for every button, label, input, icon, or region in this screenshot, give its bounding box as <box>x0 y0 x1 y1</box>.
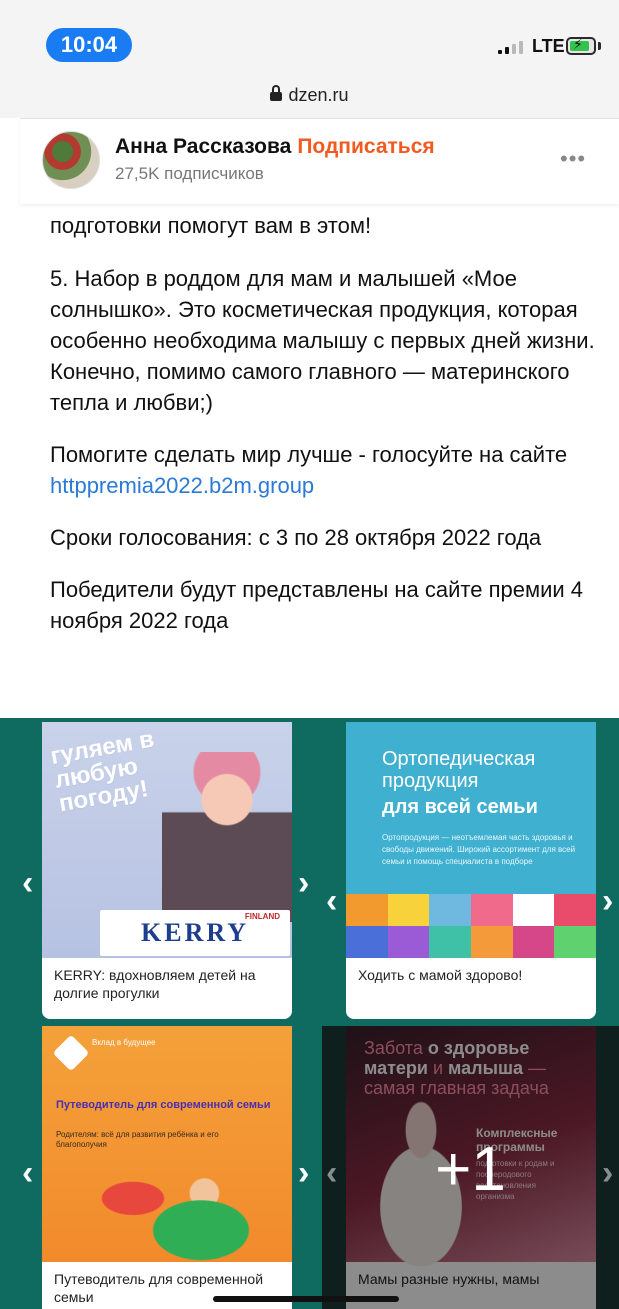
gallery-tile-more[interactable]: Забота о здоровье матери и малыша — сама… <box>322 1026 619 1309</box>
image-gallery: гуляем в любую погоду! KERRY FINLAND KER… <box>0 718 619 1309</box>
more-options-icon[interactable]: ••• <box>560 148 586 170</box>
prev-arrow-icon[interactable]: ‹ <box>326 1156 337 1190</box>
next-arrow-icon[interactable]: › <box>602 1156 613 1190</box>
signal-icon <box>498 40 523 54</box>
next-arrow-icon[interactable]: › <box>602 884 613 918</box>
parent-child-illustration <box>82 1156 252 1262</box>
kerry-brand: KERRY <box>141 918 249 947</box>
article-body: подготовки помогут вам в этом! 5. Набор … <box>50 210 595 657</box>
photo-collage <box>346 894 596 958</box>
subscriber-count: 27,5K подписчиков <box>115 164 264 183</box>
prev-arrow-icon[interactable]: ‹ <box>22 1156 33 1190</box>
status-bar: 10:04 LTE ⚡ <box>0 0 619 72</box>
post-header: Анна Рассказова Подписаться 27,5K подписч… <box>20 118 619 204</box>
heart-logo-icon <box>52 1034 90 1072</box>
article-paragraph: Сроки голосования: с 3 по 28 октября 202… <box>50 525 542 550</box>
home-indicator[interactable] <box>213 1296 399 1302</box>
ortho-title-bold: для всей семьи <box>382 796 538 818</box>
ortho-title: Ортопедическая продукция для всей семьи <box>382 748 582 818</box>
gallery-tile-guide[interactable]: Вклад в будущее Путеводитель для совреме… <box>18 1026 316 1309</box>
ad-card[interactable]: Ортопедическая продукция для всей семьи … <box>346 722 596 1019</box>
vote-paragraph: Помогите сделать мир лучше - голосуйте н… <box>50 439 595 501</box>
ad-card[interactable]: Вклад в будущее Путеводитель для совреме… <box>42 1026 292 1309</box>
battery-cap <box>598 42 601 50</box>
address-bar[interactable]: dzen.ru <box>0 72 619 118</box>
article-paragraph: Победители будут представлены на сайте п… <box>50 577 584 633</box>
author-line: Анна Рассказова Подписаться <box>115 135 435 159</box>
vote-prefix: Помогите сделать мир лучше - голосуйте н… <box>50 442 568 467</box>
prev-arrow-icon[interactable]: ‹ <box>22 866 33 900</box>
battery-charging-icon: ⚡ <box>566 36 596 55</box>
next-arrow-icon[interactable]: › <box>298 1156 309 1190</box>
card-caption: Ходить с мамой здорово! <box>358 967 523 983</box>
kerry-logo: KERRY FINLAND <box>100 910 290 956</box>
guide-title: Путеводитель для современной семьи <box>56 1099 271 1111</box>
vote-link[interactable]: httppremia2022.b2m.group <box>50 473 314 498</box>
ortho-subtitle: Ортопродукция — неотъемлемая часть здоро… <box>382 833 576 866</box>
gallery-tile-kerry[interactable]: гуляем в любую погоду! KERRY FINLAND KER… <box>18 722 316 1019</box>
next-arrow-icon[interactable]: › <box>298 866 309 900</box>
guide-brand: Вклад в будущее <box>92 1038 156 1047</box>
cmrt-logo: ЦМРТ <box>518 900 541 909</box>
ortho-image: Ортопедическая продукция для всей семьи … <box>346 722 596 958</box>
more-images-count[interactable]: +1 <box>322 1134 619 1205</box>
lock-icon <box>270 85 283 104</box>
network-type: LTE <box>532 36 565 56</box>
clock[interactable]: 10:04 <box>46 28 132 62</box>
kerry-image: гуляем в любую погоду! KERRY FINLAND <box>42 722 292 958</box>
ortho-title-text: Ортопедическая продукция <box>382 748 536 792</box>
author-name[interactable]: Анна Рассказова <box>115 135 291 158</box>
gallery-tile-ortho[interactable]: Ортопедическая продукция для всей семьи … <box>322 722 619 1019</box>
guide-subtitle: Родителям: всё для развития ребёнка и ег… <box>56 1130 219 1149</box>
article-paragraph: подготовки помогут вам в этом! <box>50 213 372 238</box>
domain-text: dzen.ru <box>288 84 349 105</box>
card-caption: KERRY: вдохновляем детей на долгие прогу… <box>54 967 256 1001</box>
guide-image: Вклад в будущее Путеводитель для совреме… <box>42 1026 292 1262</box>
subscribe-button[interactable]: Подписаться <box>297 135 434 158</box>
ad-card[interactable]: гуляем в любую погоду! KERRY FINLAND KER… <box>42 722 292 1019</box>
article-paragraph: 5. Набор в роддом для мам и малышей «Мое… <box>50 266 595 415</box>
kerry-brand-sub: FINLAND <box>244 912 280 921</box>
child-photo <box>162 752 292 922</box>
avatar[interactable] <box>42 131 100 189</box>
prev-arrow-icon[interactable]: ‹ <box>326 884 337 918</box>
